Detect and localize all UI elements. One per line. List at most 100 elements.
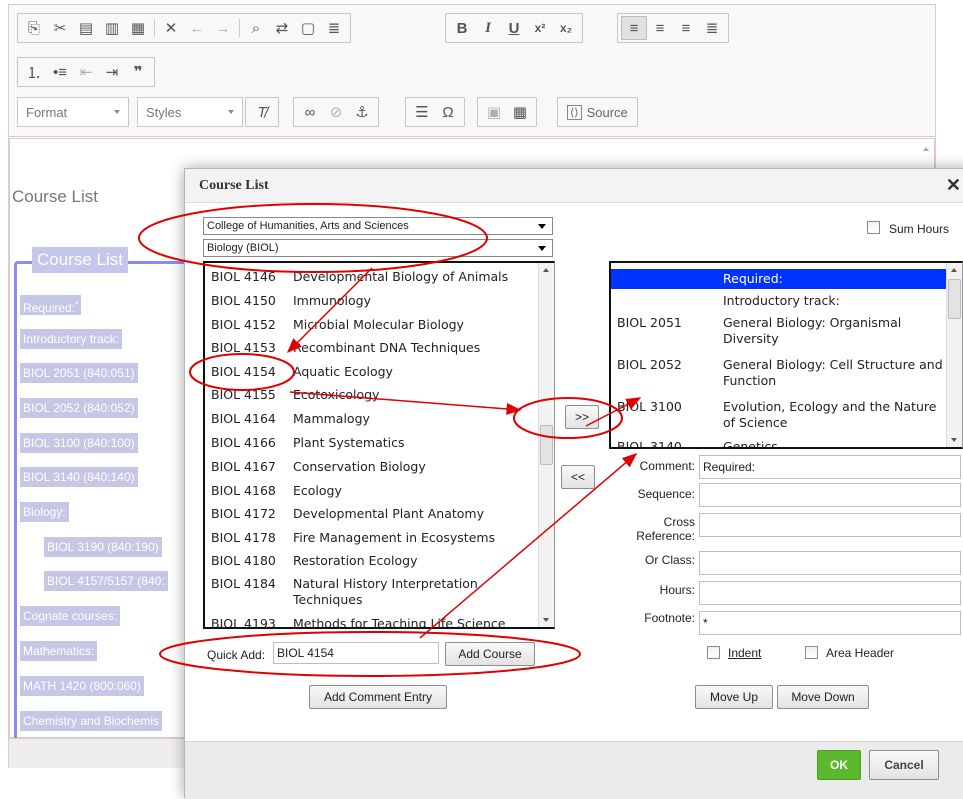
link-icon[interactable]: ∞ (297, 100, 323, 124)
college-select[interactable]: College of Humanities, Arts and Sciences (203, 217, 553, 235)
subscript-icon[interactable]: x₂ (553, 16, 579, 40)
sum-hours-checkbox[interactable] (867, 221, 880, 234)
replace-icon[interactable]: ⇄ (269, 16, 295, 40)
template-icon[interactable]: ▣ (481, 100, 507, 124)
numbered-list-icon[interactable]: ⒈ (21, 60, 47, 84)
course-title: Natural History Interpretation Technique… (293, 576, 478, 607)
paste-text-icon[interactable]: ▥ (99, 16, 125, 40)
increase-indent-icon[interactable]: ⇥ (99, 60, 125, 84)
decrease-indent-icon[interactable]: ⇤ (73, 60, 99, 84)
move-up-button[interactable]: Move Up (695, 685, 773, 709)
close-icon[interactable]: ✕ (946, 175, 961, 196)
remove-format-icon[interactable]: ✕ (158, 16, 184, 40)
content-row: Required:* (20, 295, 82, 315)
bold-icon[interactable]: B (449, 16, 475, 40)
quick-add-input[interactable]: BIOL 4154 (273, 642, 439, 664)
list-item[interactable]: BIOL 4153 Recombinant DNA Techniques (211, 340, 533, 362)
list-item[interactable]: BIOL 4146 Developmental Biology of Animal… (211, 269, 533, 291)
underline-icon[interactable]: U (501, 16, 527, 40)
list-item[interactable]: BIOL 4193 Methods for Teaching Life Scien… (211, 616, 533, 629)
selected-courses-list[interactable]: Required: Introductory track: BIOL 2051 G… (609, 261, 963, 449)
list-item[interactable]: BIOL 4155 Ecotoxicology (211, 387, 533, 409)
scroll-thumb[interactable] (540, 425, 553, 465)
source-button[interactable]: ⟨⟩ Source (561, 100, 634, 124)
add-to-list-button[interactable]: >> (565, 405, 599, 429)
footnote-field[interactable]: * (699, 611, 961, 635)
scroll-up-icon (543, 268, 549, 272)
ok-button[interactable]: OK (817, 750, 861, 780)
align-left-icon[interactable]: ≡ (621, 16, 647, 40)
list-item[interactable]: BIOL 4180 Restoration Ecology (211, 553, 533, 575)
paste-word-icon[interactable]: ▦ (125, 16, 151, 40)
course-code: BIOL 4178 (211, 530, 276, 545)
list-item[interactable]: BIOL 4152 Microbial Molecular Biology (211, 317, 533, 339)
content-row: Cognate courses: (20, 606, 121, 626)
or-class-field[interactable] (699, 551, 961, 575)
anchor-icon[interactable]: ⚓ (349, 100, 375, 124)
selected-list-scrollbar[interactable] (946, 263, 962, 447)
align-right-icon[interactable]: ≡ (673, 16, 699, 40)
spellcheck-icon[interactable]: ≣ (321, 16, 347, 40)
page-title: Course List (12, 187, 98, 206)
clear-format-icon[interactable]: T̸ (249, 100, 275, 124)
list-item[interactable]: BIOL 2051 General Biology: Organismal Div… (611, 315, 947, 353)
cross-reference-field[interactable] (699, 513, 961, 537)
list-item[interactable]: BIOL 4154 Aquatic Ecology (211, 364, 533, 386)
list-item[interactable]: BIOL 4172 Developmental Plant Anatomy (211, 506, 533, 528)
find-icon[interactable]: ⌕ (243, 16, 269, 40)
special-char-icon[interactable]: Ω (435, 100, 461, 124)
bulleted-list-icon[interactable]: •≡ (47, 60, 73, 84)
add-comment-entry-button[interactable]: Add Comment Entry (309, 685, 447, 709)
list-item[interactable]: BIOL 4150 Immunology (211, 293, 533, 315)
superscript-icon[interactable]: x² (527, 16, 553, 40)
unlink-icon[interactable]: ⊘ (323, 100, 349, 124)
align-center-icon[interactable]: ≡ (647, 16, 673, 40)
undo-icon[interactable]: ← (184, 16, 210, 40)
cross-reference-label-1: Cross (663, 515, 695, 529)
list-item[interactable]: BIOL 4166 Plant Systematics (211, 435, 533, 457)
redo-icon[interactable]: → (210, 16, 236, 40)
scroll-thumb[interactable] (948, 279, 961, 319)
list-item[interactable]: BIOL 3100 Evolution, Ecology and the Natu… (611, 399, 947, 437)
comment-field[interactable]: Required: (699, 455, 961, 479)
available-list-scrollbar[interactable] (538, 263, 554, 627)
italic-icon[interactable]: I (475, 16, 501, 40)
course-title: Ecology (293, 483, 342, 498)
blockquote-icon[interactable]: ❞ (125, 60, 151, 84)
horizontal-line-icon[interactable]: ☰ (409, 100, 435, 124)
list-item[interactable]: BIOL 4184 Natural History Interpretation … (211, 576, 533, 616)
paste-icon[interactable]: ▤ (73, 16, 99, 40)
remove-from-list-button[interactable]: << (561, 465, 595, 489)
list-item[interactable]: BIOL 2052 General Biology: Cell Structure… (611, 357, 947, 395)
list-item[interactable]: BIOL 4178 Fire Management in Ecosystems (211, 530, 533, 552)
copy-icon[interactable]: ⎘ (21, 16, 47, 40)
list-item[interactable]: BIOL 4164 Mammalogy (211, 411, 533, 433)
list-item[interactable]: BIOL 4167 Conservation Biology (211, 459, 533, 481)
hours-field[interactable] (699, 581, 961, 605)
cancel-button[interactable]: Cancel (869, 750, 939, 780)
add-course-button[interactable]: Add Course (445, 642, 535, 666)
sequence-field[interactable] (699, 483, 961, 507)
list-item[interactable]: Introductory track: (611, 291, 947, 313)
justify-icon[interactable]: ≣ (699, 16, 725, 40)
course-title: Ecotoxicology (293, 387, 380, 402)
format-combo[interactable]: Format (17, 97, 129, 127)
list-item[interactable]: Required: (611, 269, 947, 289)
cut-icon[interactable]: ✂ (47, 16, 73, 40)
table-icon[interactable]: ▦ (507, 100, 533, 124)
course-title: Methods for Teaching Life Science (293, 616, 506, 629)
dialog-title-bar[interactable]: Course List ✕ (185, 169, 963, 203)
indent-checkbox[interactable] (707, 646, 720, 659)
list-item[interactable]: BIOL 4168 Ecology (211, 483, 533, 505)
available-courses-list[interactable]: BIOL 4146 Developmental Biology of Animal… (203, 261, 555, 629)
course-code: BIOL 4153 (211, 340, 276, 355)
scroll-down-icon (951, 438, 957, 442)
lists-group: ⒈ •≡ ⇤ ⇥ ❞ (17, 57, 155, 87)
move-down-button[interactable]: Move Down (777, 685, 869, 709)
course-list-legend: Course List (32, 247, 128, 273)
list-item[interactable]: BIOL 3140 Genetics (611, 439, 947, 447)
select-all-icon[interactable]: ▢ (295, 16, 321, 40)
subject-select[interactable]: Biology (BIOL) (203, 239, 553, 257)
area-header-checkbox[interactable] (805, 646, 818, 659)
styles-combo[interactable]: Styles (137, 97, 243, 127)
